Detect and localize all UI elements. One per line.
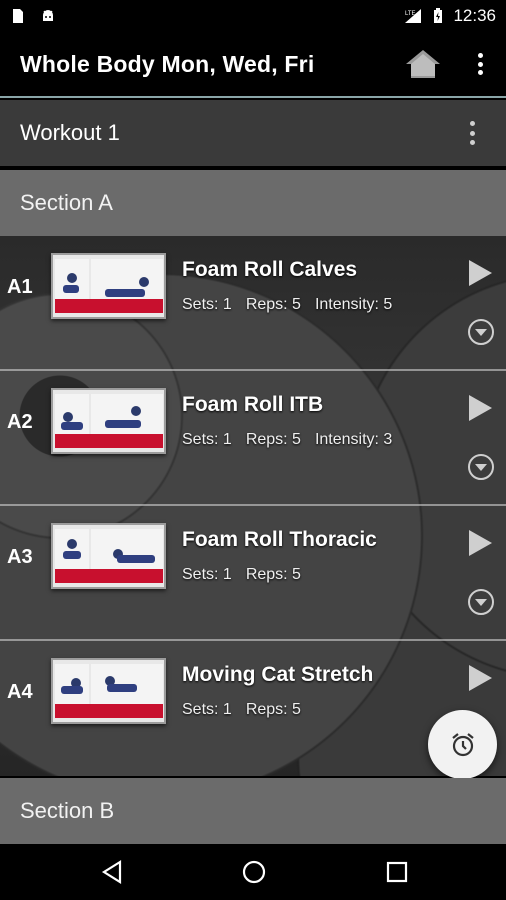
home-circle-icon[interactable] [240,858,268,886]
sets-label: Sets: 1 [182,296,232,313]
expand-down-icon[interactable] [467,453,495,481]
item-code: A2 [7,411,33,433]
exercise-thumbnail[interactable] [51,388,166,454]
expand-down-icon[interactable] [467,318,495,346]
exercise-thumbnail[interactable] [51,658,166,724]
workout-header[interactable]: Workout 1 [0,100,506,166]
exercise-thumbnail[interactable] [51,523,166,589]
signal-icon: LTE [405,9,422,23]
exercise-meta: Sets: 1 Reps: 5 [182,701,301,719]
play-icon[interactable] [466,528,494,558]
exercise-name: Foam Roll Calves [182,258,358,281]
sets-label: Sets: 1 [182,431,232,448]
exercise-name: Foam Roll Thoracic [182,528,377,551]
alarm-clock-icon [451,732,474,756]
sets-label: Sets: 1 [182,701,232,718]
exercise-name: Moving Cat Stretch [182,663,374,686]
back-icon[interactable] [98,858,126,886]
workout-overflow-icon[interactable] [462,119,482,147]
list-item[interactable]: A1 Foam Roll Calves Sets: 1 Reps: 5 Inte… [0,236,506,371]
signal-label: LTE [405,11,416,17]
navigation-bar [0,844,506,900]
play-icon[interactable] [466,663,494,693]
status-time: 12:36 [453,6,496,25]
item-code: A1 [7,276,33,298]
android-icon [43,10,53,21]
list-item[interactable]: A2 Foam Roll ITB Sets: 1 Reps: 5 Intensi… [0,371,506,506]
file-icon [13,9,23,23]
exercise-list[interactable]: A1 Foam Roll Calves Sets: 1 Reps: 5 Inte… [0,236,506,776]
intensity-label: Intensity: 5 [314,296,393,313]
list-item[interactable]: A3 Foam Roll Thoracic Sets: 1 Reps: 5 [0,506,506,641]
exercise-thumbnail[interactable] [51,253,166,319]
home-icon[interactable] [404,48,442,80]
overflow-menu-icon[interactable] [470,50,490,78]
exercise-meta: Sets: 1 Reps: 5 Intensity: 5 [182,296,392,314]
section-header-a[interactable]: Section A [0,170,506,236]
workout-title: Workout 1 [20,120,120,145]
intensity-label: Intensity: 3 [314,431,393,448]
reps-label: Reps: 5 [245,296,301,313]
status-bar: LTE 12:36 [0,0,506,32]
status-right: LTE 12:36 [403,6,496,26]
alarm-timer-button[interactable] [428,710,497,779]
section-header-b[interactable]: Section B [0,778,506,844]
app-title: Whole Body Mon, Wed, Fri [20,50,315,77]
exercise-meta: Sets: 1 Reps: 5 Intensity: 3 [182,431,392,449]
reps-label: Reps: 5 [245,701,301,718]
sets-label: Sets: 1 [182,566,232,583]
app-bar: Whole Body Mon, Wed, Fri [0,32,506,98]
section-title: Section A [20,190,113,215]
play-icon[interactable] [466,258,494,288]
reps-label: Reps: 5 [245,566,301,583]
item-code: A3 [7,546,33,568]
exercise-name: Foam Roll ITB [182,393,324,416]
battery-icon [434,8,443,23]
play-icon[interactable] [466,393,494,423]
exercise-meta: Sets: 1 Reps: 5 [182,566,301,584]
section-title: Section B [20,798,115,823]
recents-icon[interactable] [383,858,411,886]
expand-down-icon[interactable] [467,588,495,616]
status-left [10,8,56,24]
item-code: A4 [7,681,33,703]
reps-label: Reps: 5 [245,431,301,448]
